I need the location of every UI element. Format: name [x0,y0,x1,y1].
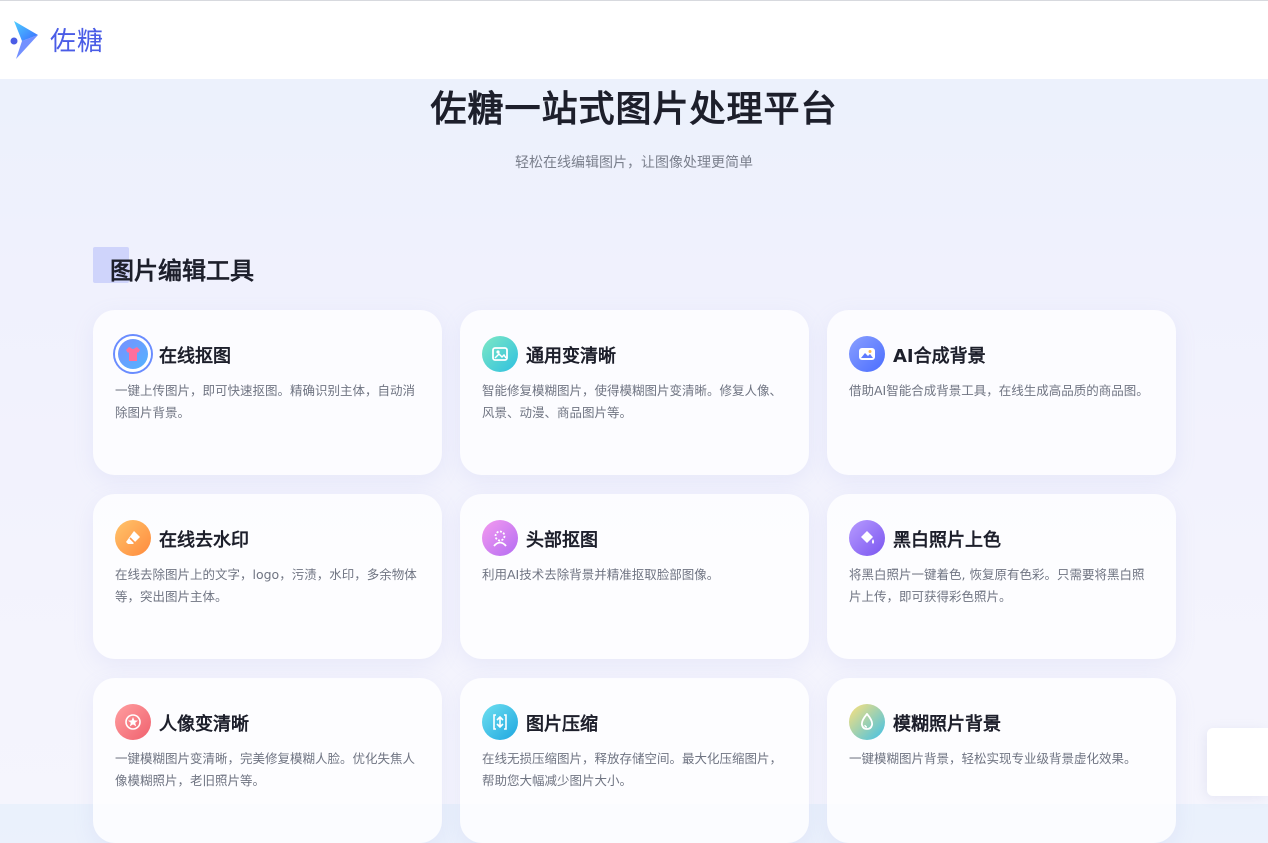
tool-card-ai-background[interactable]: AI合成背景 借助AI智能合成背景工具，在线生成高品质的商品图。 [827,310,1176,475]
floating-side-widget[interactable] [1207,728,1268,796]
card-desc: 利用AI技术去除背景并精准抠取脸部图像。 [482,567,720,582]
tool-card-blur-background[interactable]: 模糊照片背景 一键模糊图片背景，轻松实现专业级背景虚化效果。 [827,678,1176,843]
page-subtitle: 轻松在线编辑图片，让图像处理更简单 [515,155,753,171]
card-title: 通用变清晰 [526,346,616,367]
eraser-icon [115,520,151,556]
logo-mark-icon [10,21,38,59]
header: 佐糖 [0,1,1268,79]
page-title: 佐糖一站式图片处理平台 [430,89,838,130]
droplet-icon [849,704,885,740]
card-desc: 在线无损压缩图片，释放存储空间。最大化压缩图片，帮助您大幅减少图片大小。 [482,751,783,788]
tool-card-watermark[interactable]: 在线去水印 在线去除图片上的文字，logo，污渍，水印，多余物体等，突出图片主体… [93,494,442,659]
card-title: 头部抠图 [526,530,598,551]
tshirt-icon [115,336,151,372]
card-desc: 一键模糊图片变清晰，完美修复模糊人脸。优化失焦人像模糊照片，老旧照片等。 [115,751,416,788]
card-title: 在线抠图 [159,346,231,367]
image-enhance-icon [482,336,518,372]
head-cutout-icon [482,520,518,556]
landscape-icon [849,336,885,372]
section-title: 图片编辑工具 [110,257,254,285]
card-desc: 将黑白照片一键着色, 恢复原有色彩。只需要将黑白照片上传，即可获得彩色照片。 [849,567,1145,604]
tool-card-compress[interactable]: 图片压缩 在线无损压缩图片，释放存储空间。最大化压缩图片，帮助您大幅减少图片大小… [460,678,809,843]
tool-card-cutout[interactable]: 在线抠图 一键上传图片，即可快速抠图。精确识别主体，自动消除图片背景。 [93,310,442,475]
card-title: AI合成背景 [893,346,986,367]
tool-card-portrait[interactable]: 人像变清晰 一键模糊图片变清晰，完美修复模糊人脸。优化失焦人像模糊照片，老旧照片… [93,678,442,843]
card-desc: 智能修复模糊图片，使得模糊图片变清晰。修复人像、风景、动漫、商品图片等。 [482,383,783,420]
card-title: 在线去水印 [159,530,249,551]
card-desc: 一键模糊图片背景，轻松实现专业级背景虚化效果。 [849,751,1137,766]
paint-bucket-icon [849,520,885,556]
card-desc: 一键上传图片，即可快速抠图。精确识别主体，自动消除图片背景。 [115,383,416,420]
tool-card-colorize[interactable]: 黑白照片上色 将黑白照片一键着色, 恢复原有色彩。只需要将黑白照片上传，即可获得… [827,494,1176,659]
card-title: 模糊照片背景 [893,714,1001,735]
card-title: 图片压缩 [526,714,598,735]
card-title: 黑白照片上色 [893,530,1001,551]
compress-icon [482,704,518,740]
card-desc: 借助AI智能合成背景工具，在线生成高品质的商品图。 [849,383,1149,398]
tool-card-head-cutout[interactable]: 头部抠图 利用AI技术去除背景并精准抠取脸部图像。 [460,494,809,659]
portrait-icon [115,704,151,740]
card-title: 人像变清晰 [159,714,249,735]
card-desc: 在线去除图片上的文字，logo，污渍，水印，多余物体等，突出图片主体。 [115,567,417,604]
logo[interactable]: 佐糖 [10,19,104,59]
logo-text: 佐糖 [50,26,105,57]
tool-card-enhance[interactable]: 通用变清晰 智能修复模糊图片，使得模糊图片变清晰。修复人像、风景、动漫、商品图片… [460,310,809,475]
